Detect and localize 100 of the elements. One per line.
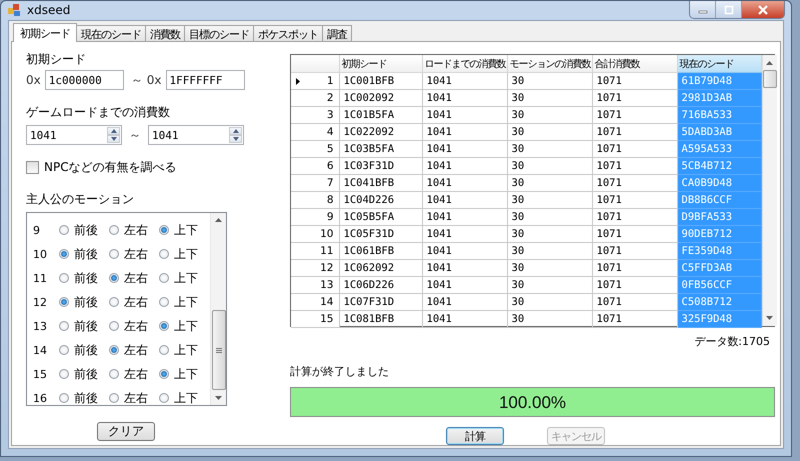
- input-field[interactable]: 1c000000: [44, 70, 124, 90]
- table-cell[interactable]: 30: [507, 140, 592, 158]
- row-header[interactable]: 12: [291, 260, 339, 276]
- radio-button[interactable]: [159, 393, 169, 403]
- radio-button[interactable]: [159, 273, 169, 283]
- radio-button[interactable]: [59, 225, 69, 235]
- table-cell[interactable]: 1C06D226: [339, 276, 422, 294]
- table-cell[interactable]: 30: [507, 90, 592, 106]
- clear-button[interactable]: クリア: [97, 422, 155, 441]
- table-cell[interactable]: 1071: [592, 174, 677, 192]
- table-cell[interactable]: 1041: [422, 106, 507, 124]
- table-cell[interactable]: 30: [507, 106, 592, 124]
- table-cell[interactable]: 1041: [422, 174, 507, 192]
- table-cell[interactable]: 1071: [592, 158, 677, 174]
- radio-button[interactable]: [59, 249, 69, 259]
- row-header[interactable]: 4: [291, 124, 339, 140]
- spin-field[interactable]: 1041: [148, 125, 244, 145]
- tab[interactable]: 消費数: [145, 25, 185, 42]
- table-cell[interactable]: 1041: [422, 192, 507, 208]
- table-cell[interactable]: 1C01B5FA: [339, 106, 422, 124]
- table-cell[interactable]: 1071: [592, 208, 677, 226]
- table-cell[interactable]: 1071: [592, 90, 677, 106]
- radio-button[interactable]: [109, 393, 119, 403]
- table-cell[interactable]: 30: [507, 124, 592, 140]
- table-cell[interactable]: 1041: [422, 294, 507, 310]
- row-header[interactable]: 2: [291, 90, 339, 106]
- table-cell[interactable]: 1041: [422, 260, 507, 276]
- column-header[interactable]: 現在のシード: [677, 55, 761, 72]
- table-cell[interactable]: 1041: [422, 208, 507, 226]
- column-header[interactable]: 合計消費数: [592, 55, 677, 72]
- table-cell[interactable]: 1071: [592, 124, 677, 140]
- close-button[interactable]: [742, 1, 784, 18]
- table-cell[interactable]: 30: [507, 276, 592, 294]
- row-header[interactable]: 14: [291, 294, 339, 310]
- column-header[interactable]: ロードまでの消費数: [422, 55, 507, 72]
- table-cell[interactable]: 1C05F31D: [339, 226, 422, 242]
- row-header[interactable]: 6: [291, 158, 339, 174]
- radio-button[interactable]: [159, 225, 169, 235]
- checkbox[interactable]: [26, 161, 39, 174]
- table-cell[interactable]: 1071: [592, 140, 677, 158]
- row-header[interactable]: 7: [291, 174, 339, 192]
- radio-button[interactable]: [109, 297, 119, 307]
- radio-button[interactable]: [109, 321, 119, 331]
- table-cell[interactable]: 1071: [592, 294, 677, 310]
- radio-button[interactable]: [59, 393, 69, 403]
- table-cell[interactable]: 1C062092: [339, 260, 422, 276]
- scrollbar[interactable]: [762, 55, 776, 326]
- table-cell[interactable]: 30: [507, 260, 592, 276]
- tab[interactable]: 調査: [322, 25, 352, 42]
- radio-button[interactable]: [109, 369, 119, 379]
- radio-button[interactable]: [109, 249, 119, 259]
- radio-button[interactable]: [59, 297, 69, 307]
- table-cell[interactable]: 1C04D226: [339, 192, 422, 208]
- row-header[interactable]: 1: [291, 72, 339, 90]
- column-header[interactable]: モーションの消費数: [507, 55, 592, 72]
- table-cell[interactable]: 1C07F31D: [339, 294, 422, 310]
- table-cell[interactable]: 1041: [422, 72, 507, 90]
- table-cell[interactable]: 1C03B5FA: [339, 140, 422, 158]
- action-button[interactable]: 計算: [446, 427, 504, 445]
- row-header[interactable]: 15: [291, 310, 339, 328]
- tab[interactable]: 現在のシード: [76, 25, 146, 42]
- tab[interactable]: ポケスポット: [253, 25, 323, 42]
- table-cell[interactable]: 1071: [592, 242, 677, 260]
- radio-button[interactable]: [159, 369, 169, 379]
- row-header[interactable]: 10: [291, 226, 339, 242]
- radio-button[interactable]: [59, 321, 69, 331]
- table-cell[interactable]: 1071: [592, 276, 677, 294]
- table-cell[interactable]: 1041: [422, 226, 507, 242]
- radio-button[interactable]: [159, 345, 169, 355]
- table-cell[interactable]: 1C05B5FA: [339, 208, 422, 226]
- radio-button[interactable]: [109, 273, 119, 283]
- table-cell[interactable]: 1C022092: [339, 124, 422, 140]
- tab[interactable]: 目標のシード: [184, 25, 254, 42]
- table-cell[interactable]: 1071: [592, 192, 677, 208]
- table-cell[interactable]: 1C081BFB: [339, 310, 422, 328]
- table-cell[interactable]: 30: [507, 310, 592, 328]
- table-cell[interactable]: 1041: [422, 158, 507, 174]
- spin-field[interactable]: 1041: [26, 125, 122, 145]
- row-header[interactable]: 8: [291, 192, 339, 208]
- table-cell[interactable]: 1041: [422, 90, 507, 106]
- table-cell[interactable]: 1071: [592, 226, 677, 242]
- radio-button[interactable]: [59, 273, 69, 283]
- table-cell[interactable]: 1071: [592, 106, 677, 124]
- table-cell[interactable]: 1C03F31D: [339, 158, 422, 174]
- table-cell[interactable]: 1C041BFB: [339, 174, 422, 192]
- table-cell[interactable]: 30: [507, 208, 592, 226]
- scroll-thumb[interactable]: [762, 70, 776, 88]
- row-header[interactable]: 5: [291, 140, 339, 158]
- radio-button[interactable]: [159, 297, 169, 307]
- table-cell[interactable]: 1041: [422, 310, 507, 328]
- radio-button[interactable]: [59, 369, 69, 379]
- radio-button[interactable]: [109, 225, 119, 235]
- radio-button[interactable]: [159, 249, 169, 259]
- table-cell[interactable]: 1071: [592, 260, 677, 276]
- table-cell[interactable]: 30: [507, 242, 592, 260]
- table-cell[interactable]: 1C001BFB: [339, 72, 422, 90]
- column-header[interactable]: 初期シード: [339, 55, 422, 72]
- row-header[interactable]: 3: [291, 106, 339, 124]
- row-header[interactable]: 13: [291, 276, 339, 294]
- row-header[interactable]: 9: [291, 208, 339, 226]
